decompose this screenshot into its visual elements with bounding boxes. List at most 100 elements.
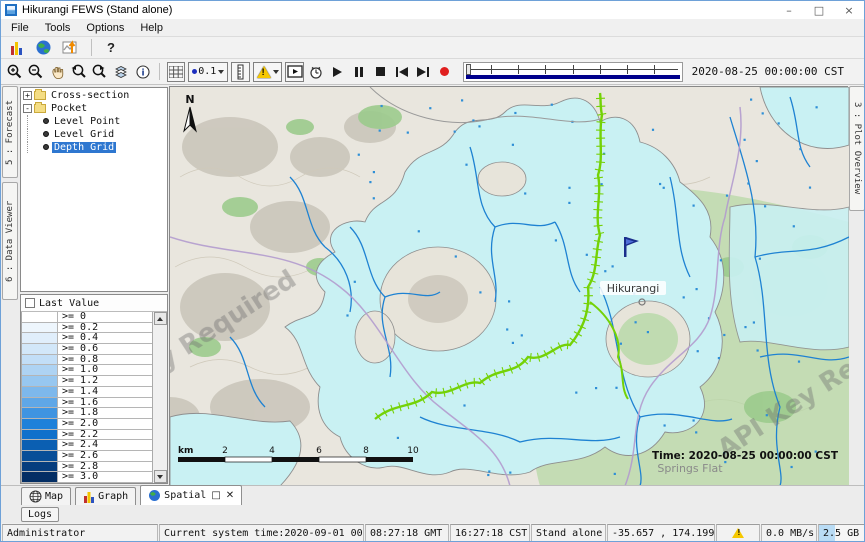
left-tab-strip: 5 : Forecast 6 : Data Viewer	[1, 86, 19, 485]
step-back-button[interactable]	[393, 62, 411, 82]
pan-icon[interactable]	[48, 62, 66, 82]
legend-label: >= 2.6	[58, 451, 152, 461]
scroll-down-icon[interactable]	[154, 470, 167, 483]
tab-spatial[interactable]: Spatial □ ✕	[140, 485, 242, 505]
legend-swatch	[22, 408, 58, 418]
last-value-checkbox[interactable]	[25, 298, 35, 308]
close-button[interactable]: ×	[834, 2, 864, 18]
legend-label: >= 1.4	[58, 387, 152, 397]
tree-node-depth-grid[interactable]: Depth Grid	[21, 141, 167, 153]
legend-swatch	[22, 355, 58, 365]
pause-button[interactable]	[350, 62, 368, 82]
main-area: 5 : Forecast 6 : Data Viewer + Cross-sec…	[1, 86, 865, 485]
tab-map[interactable]: Map	[21, 487, 71, 505]
tree-node-label[interactable]: Level Grid	[52, 129, 116, 140]
tree-node-label[interactable]: Level Point	[52, 116, 122, 127]
legend-label: >= 2.4	[58, 440, 152, 450]
legend-row: >= 2.0	[22, 419, 152, 430]
tree-node-pocket[interactable]: - Pocket	[21, 102, 167, 114]
record-button[interactable]	[435, 62, 453, 82]
zoom-in-icon[interactable]	[5, 62, 23, 82]
collapse-icon[interactable]: -	[23, 104, 32, 113]
menu-bar: FileToolsOptionsHelp	[1, 19, 864, 37]
map-display-icon[interactable]	[33, 38, 53, 58]
menu-help[interactable]: Help	[132, 21, 171, 35]
status-local-time: 16:27:18 CST	[450, 524, 530, 542]
timeseries-display-icon[interactable]	[60, 38, 80, 58]
menu-options[interactable]: Options	[78, 21, 132, 35]
status-user: Administrator	[2, 524, 158, 542]
zoom-next-icon[interactable]	[91, 62, 109, 82]
tree-node-label-selected[interactable]: Depth Grid	[52, 142, 116, 153]
stop-button[interactable]	[371, 62, 389, 82]
map-canvas[interactable]: Hikurangi Springs Flat API Key Required …	[170, 87, 849, 486]
zoom-out-icon[interactable]	[26, 62, 44, 82]
interval-dropdown[interactable]: 0.1	[188, 62, 228, 82]
last-value-label: Last Value	[39, 298, 99, 309]
step-forward-button[interactable]	[414, 62, 432, 82]
tab-plot-overview[interactable]: 3 : Plot Overview	[849, 86, 865, 211]
svg-text:km: km	[178, 446, 193, 456]
legend-swatch	[22, 344, 58, 354]
grid-display-icon[interactable]	[167, 62, 186, 82]
legend-swatch	[22, 462, 58, 472]
interval-value: 0.1	[198, 66, 216, 77]
globe-icon	[148, 489, 161, 502]
tab-maximize-icon[interactable]: □	[211, 490, 220, 501]
main-toolbar: ?	[1, 37, 864, 59]
app-logo-icon	[5, 4, 17, 16]
status-memory[interactable]: 2.5 GB	[818, 524, 865, 542]
zoom-previous-icon[interactable]	[69, 62, 87, 82]
tree-node-label[interactable]: Cross-section	[49, 90, 131, 101]
animation-display-icon[interactable]	[285, 62, 304, 82]
tab-data-viewer[interactable]: 6 : Data Viewer	[2, 182, 18, 300]
warning-icon	[732, 528, 744, 538]
folder-icon	[34, 91, 46, 100]
maximize-button[interactable]: □	[804, 2, 834, 18]
menu-file[interactable]: File	[3, 21, 37, 35]
legend-scrollbar[interactable]	[152, 312, 167, 483]
database-display-icon[interactable]	[6, 38, 26, 58]
current-map-datetime: 2020-08-25 00:00:00 CST	[692, 65, 844, 78]
window-title: Hikurangi FEWS (Stand alone)	[22, 4, 172, 16]
logs-button[interactable]: Logs	[21, 507, 59, 522]
bottom-tab-bar: Map Graph Spatial □ ✕	[1, 485, 865, 505]
legend-swatch	[22, 419, 58, 429]
legend-label: >= 0.4	[58, 333, 152, 343]
help-icon[interactable]: ?	[103, 40, 119, 55]
minimize-button[interactable]: –	[774, 2, 804, 18]
legend-table: >= 0>= 0.2>= 0.4>= 0.6>= 0.8>= 1.0>= 1.2…	[21, 312, 152, 483]
logs-row: Logs	[1, 505, 865, 523]
legend-swatch	[22, 333, 58, 343]
tree-node-label[interactable]: Pocket	[49, 103, 89, 114]
tab-graph[interactable]: Graph	[75, 487, 136, 505]
warning-threshold-dropdown[interactable]	[253, 62, 283, 82]
tree-node-cross-section[interactable]: + Cross-section	[21, 89, 167, 101]
animation-timer-icon[interactable]	[307, 62, 325, 82]
time-slider-handle[interactable]	[466, 64, 471, 75]
legend-swatch	[22, 387, 58, 397]
play-button[interactable]	[328, 62, 346, 82]
menu-tools[interactable]: Tools	[37, 21, 79, 35]
status-warning-cell[interactable]	[716, 524, 760, 542]
tab-forecast[interactable]: 5 : Forecast	[2, 86, 18, 178]
bar-chart-icon	[83, 491, 95, 503]
legend-panel: Last Value >= 0>= 0.2>= 0.4>= 0.6>= 0.8>…	[20, 294, 168, 484]
legend-header: Last Value	[21, 295, 167, 312]
scroll-up-icon[interactable]	[154, 312, 167, 325]
tab-close-icon[interactable]: ✕	[226, 490, 234, 501]
expand-icon[interactable]: +	[23, 91, 32, 100]
tree-node-level-grid[interactable]: Level Grid	[21, 128, 167, 140]
place-label-springs-flat: Springs Flat	[657, 462, 723, 475]
right-tab-strip: 3 : Plot Overview	[848, 86, 865, 485]
tree-node-level-point[interactable]: Level Point	[21, 115, 167, 127]
layers-icon[interactable]	[112, 62, 130, 82]
info-icon[interactable]: i	[133, 62, 151, 82]
svg-text:Hikurangi: Hikurangi	[607, 282, 660, 295]
legend-label: >= 3.0	[58, 472, 152, 482]
map-view[interactable]: Hikurangi Springs Flat API Key Required …	[169, 86, 848, 485]
legend-label: >= 2.0	[58, 419, 152, 429]
legend-label: >= 2.2	[58, 430, 152, 440]
scale-ruler-icon[interactable]	[231, 62, 250, 82]
time-slider[interactable]	[463, 62, 683, 82]
